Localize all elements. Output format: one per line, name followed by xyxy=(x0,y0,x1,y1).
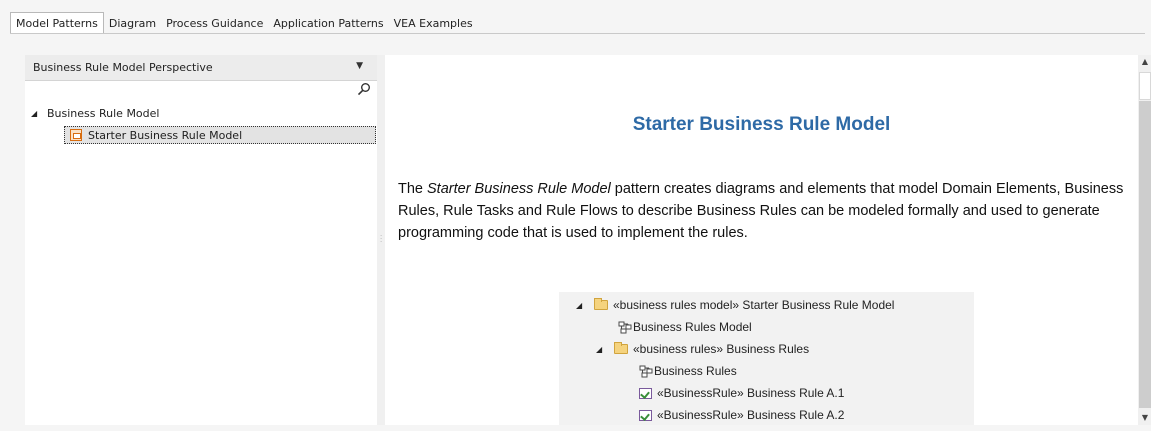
tab-divider xyxy=(10,33,1145,34)
tab-diagram[interactable]: Diagram xyxy=(104,14,161,34)
vertical-scrollbar[interactable]: ▲ ▼ xyxy=(1138,55,1151,425)
dropdown-arrow-icon[interactable]: ▼ xyxy=(356,61,363,71)
tab-vea-examples[interactable]: VEA Examples xyxy=(389,14,478,34)
pattern-browser-panel: Business Rule Model Perspective ▼ ◢ Busi… xyxy=(25,55,377,425)
tree-item-label: Business Rule Model xyxy=(47,107,160,120)
pattern-tree-label: «BusinessRule» Business Rule A.2 xyxy=(657,408,845,422)
business-rule-icon xyxy=(639,387,652,399)
search-icon[interactable] xyxy=(357,82,371,96)
pattern-tree-label: «business rules model» Starter Business … xyxy=(613,298,895,312)
pattern-icon xyxy=(70,129,82,141)
pattern-tree-label: «business rules» Business Rules xyxy=(633,342,810,356)
scrollbar-track[interactable] xyxy=(1139,101,1151,408)
panel-splitter[interactable]: · · · xyxy=(377,55,385,425)
expand-triangle-icon: ◢ xyxy=(576,300,583,310)
expand-triangle-icon: ◢ xyxy=(596,344,603,354)
description-paragraph: The Starter Business Rule Model pattern … xyxy=(398,178,1138,244)
tab-model-patterns[interactable]: Model Patterns xyxy=(10,12,104,34)
tab-process-guidance[interactable]: Process Guidance xyxy=(161,14,268,34)
tab-bar: Model Patterns Diagram Process Guidance … xyxy=(10,12,478,34)
pattern-tree-label: Business Rules xyxy=(654,364,737,378)
scroll-down-arrow-icon[interactable]: ▼ xyxy=(1138,411,1151,425)
diagram-icon xyxy=(618,321,632,333)
perspective-dropdown[interactable]: Business Rule Model Perspective ▼ xyxy=(25,55,377,81)
page-title: Starter Business Rule Model xyxy=(632,114,891,135)
perspective-label: Business Rule Model Perspective xyxy=(33,61,213,74)
tab-application-patterns[interactable]: Application Patterns xyxy=(268,14,388,34)
pattern-tree-item: «BusinessRule» Business Rule A.1 xyxy=(639,386,844,400)
expand-triangle-icon[interactable]: ◢ xyxy=(31,109,41,118)
pattern-tree-item: Business Rules Model xyxy=(618,320,752,334)
scrollbar-thumb[interactable] xyxy=(1139,72,1151,100)
scroll-up-arrow-icon[interactable]: ▲ xyxy=(1138,55,1151,69)
tree-item-starter-business-rule-model[interactable]: Starter Business Rule Model xyxy=(64,126,376,144)
business-rule-icon xyxy=(639,409,652,421)
tree-item-business-rule-model[interactable]: ◢ Business Rule Model xyxy=(31,107,159,120)
folder-icon xyxy=(594,298,608,310)
pattern-description-panel: Starter Business Rule Model The Starter … xyxy=(385,55,1138,425)
folder-icon xyxy=(614,342,628,354)
pattern-tree-item: ◢ «business rules model» Starter Busines… xyxy=(576,298,894,312)
pattern-tree-label: «BusinessRule» Business Rule A.1 xyxy=(657,386,845,400)
description-text: The xyxy=(398,181,428,197)
pattern-tree-item: Business Rules xyxy=(639,364,737,378)
diagram-icon xyxy=(639,365,653,377)
pattern-structure-tree: ◢ «business rules model» Starter Busines… xyxy=(559,292,974,425)
pattern-tree-item: «BusinessRule» Business Rule A.2 xyxy=(639,408,844,422)
pattern-tree-item: ◢ «business rules» Business Rules xyxy=(596,342,809,356)
tree-item-label: Starter Business Rule Model xyxy=(88,128,243,142)
description-emphasis: Starter Business Rule Model xyxy=(427,181,611,197)
pattern-tree-label: Business Rules Model xyxy=(633,320,752,334)
